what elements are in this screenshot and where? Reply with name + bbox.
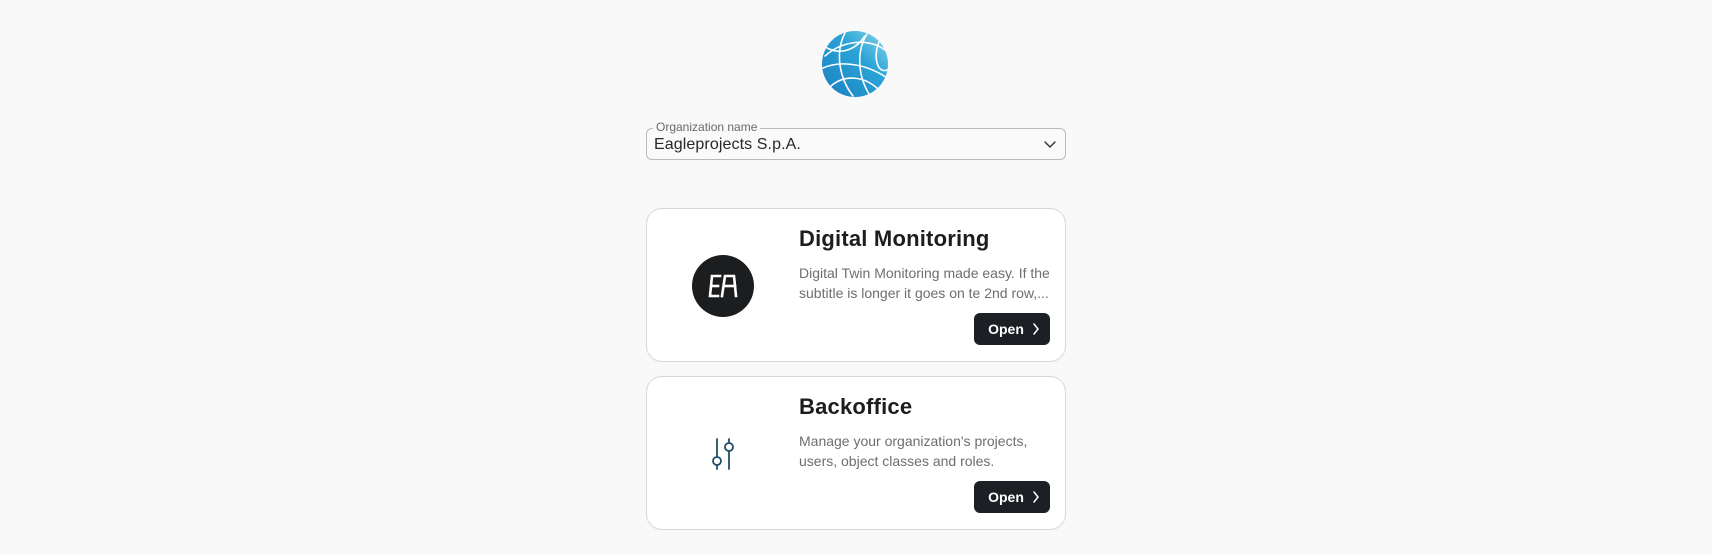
open-button-label: Open	[988, 321, 1024, 337]
app-card-digital-monitoring: Digital Monitoring Digital Twin Monitori…	[646, 208, 1066, 362]
app-card-description: Manage your organization's projects, use…	[799, 433, 1028, 469]
chevron-right-icon	[1033, 323, 1039, 335]
organization-select[interactable]: Organization name Eagleprojects S.p.A.	[646, 120, 1066, 160]
app-card-description: Digital Twin Monitoring made easy. If th…	[799, 265, 1050, 301]
ea-logo-icon	[692, 255, 754, 317]
open-digital-monitoring-button[interactable]: Open	[974, 313, 1050, 345]
app-card-backoffice: Backoffice Manage your organization's pr…	[646, 376, 1066, 530]
globe-logo-icon	[821, 30, 889, 98]
chevron-right-icon	[1033, 491, 1039, 503]
open-button-label: Open	[988, 489, 1024, 505]
app-card-title: Backoffice	[799, 394, 913, 419]
sliders-icon	[692, 423, 754, 485]
organization-select-label: Organization name	[653, 120, 761, 134]
chevron-down-icon[interactable]	[1043, 137, 1057, 151]
open-backoffice-button[interactable]: Open	[974, 481, 1050, 513]
app-card-title: Digital Monitoring	[799, 226, 990, 251]
app-launcher-page: Organization name Eagleprojects S.p.A. D…	[0, 0, 1712, 554]
organization-select-value: Eagleprojects S.p.A.	[654, 136, 801, 153]
